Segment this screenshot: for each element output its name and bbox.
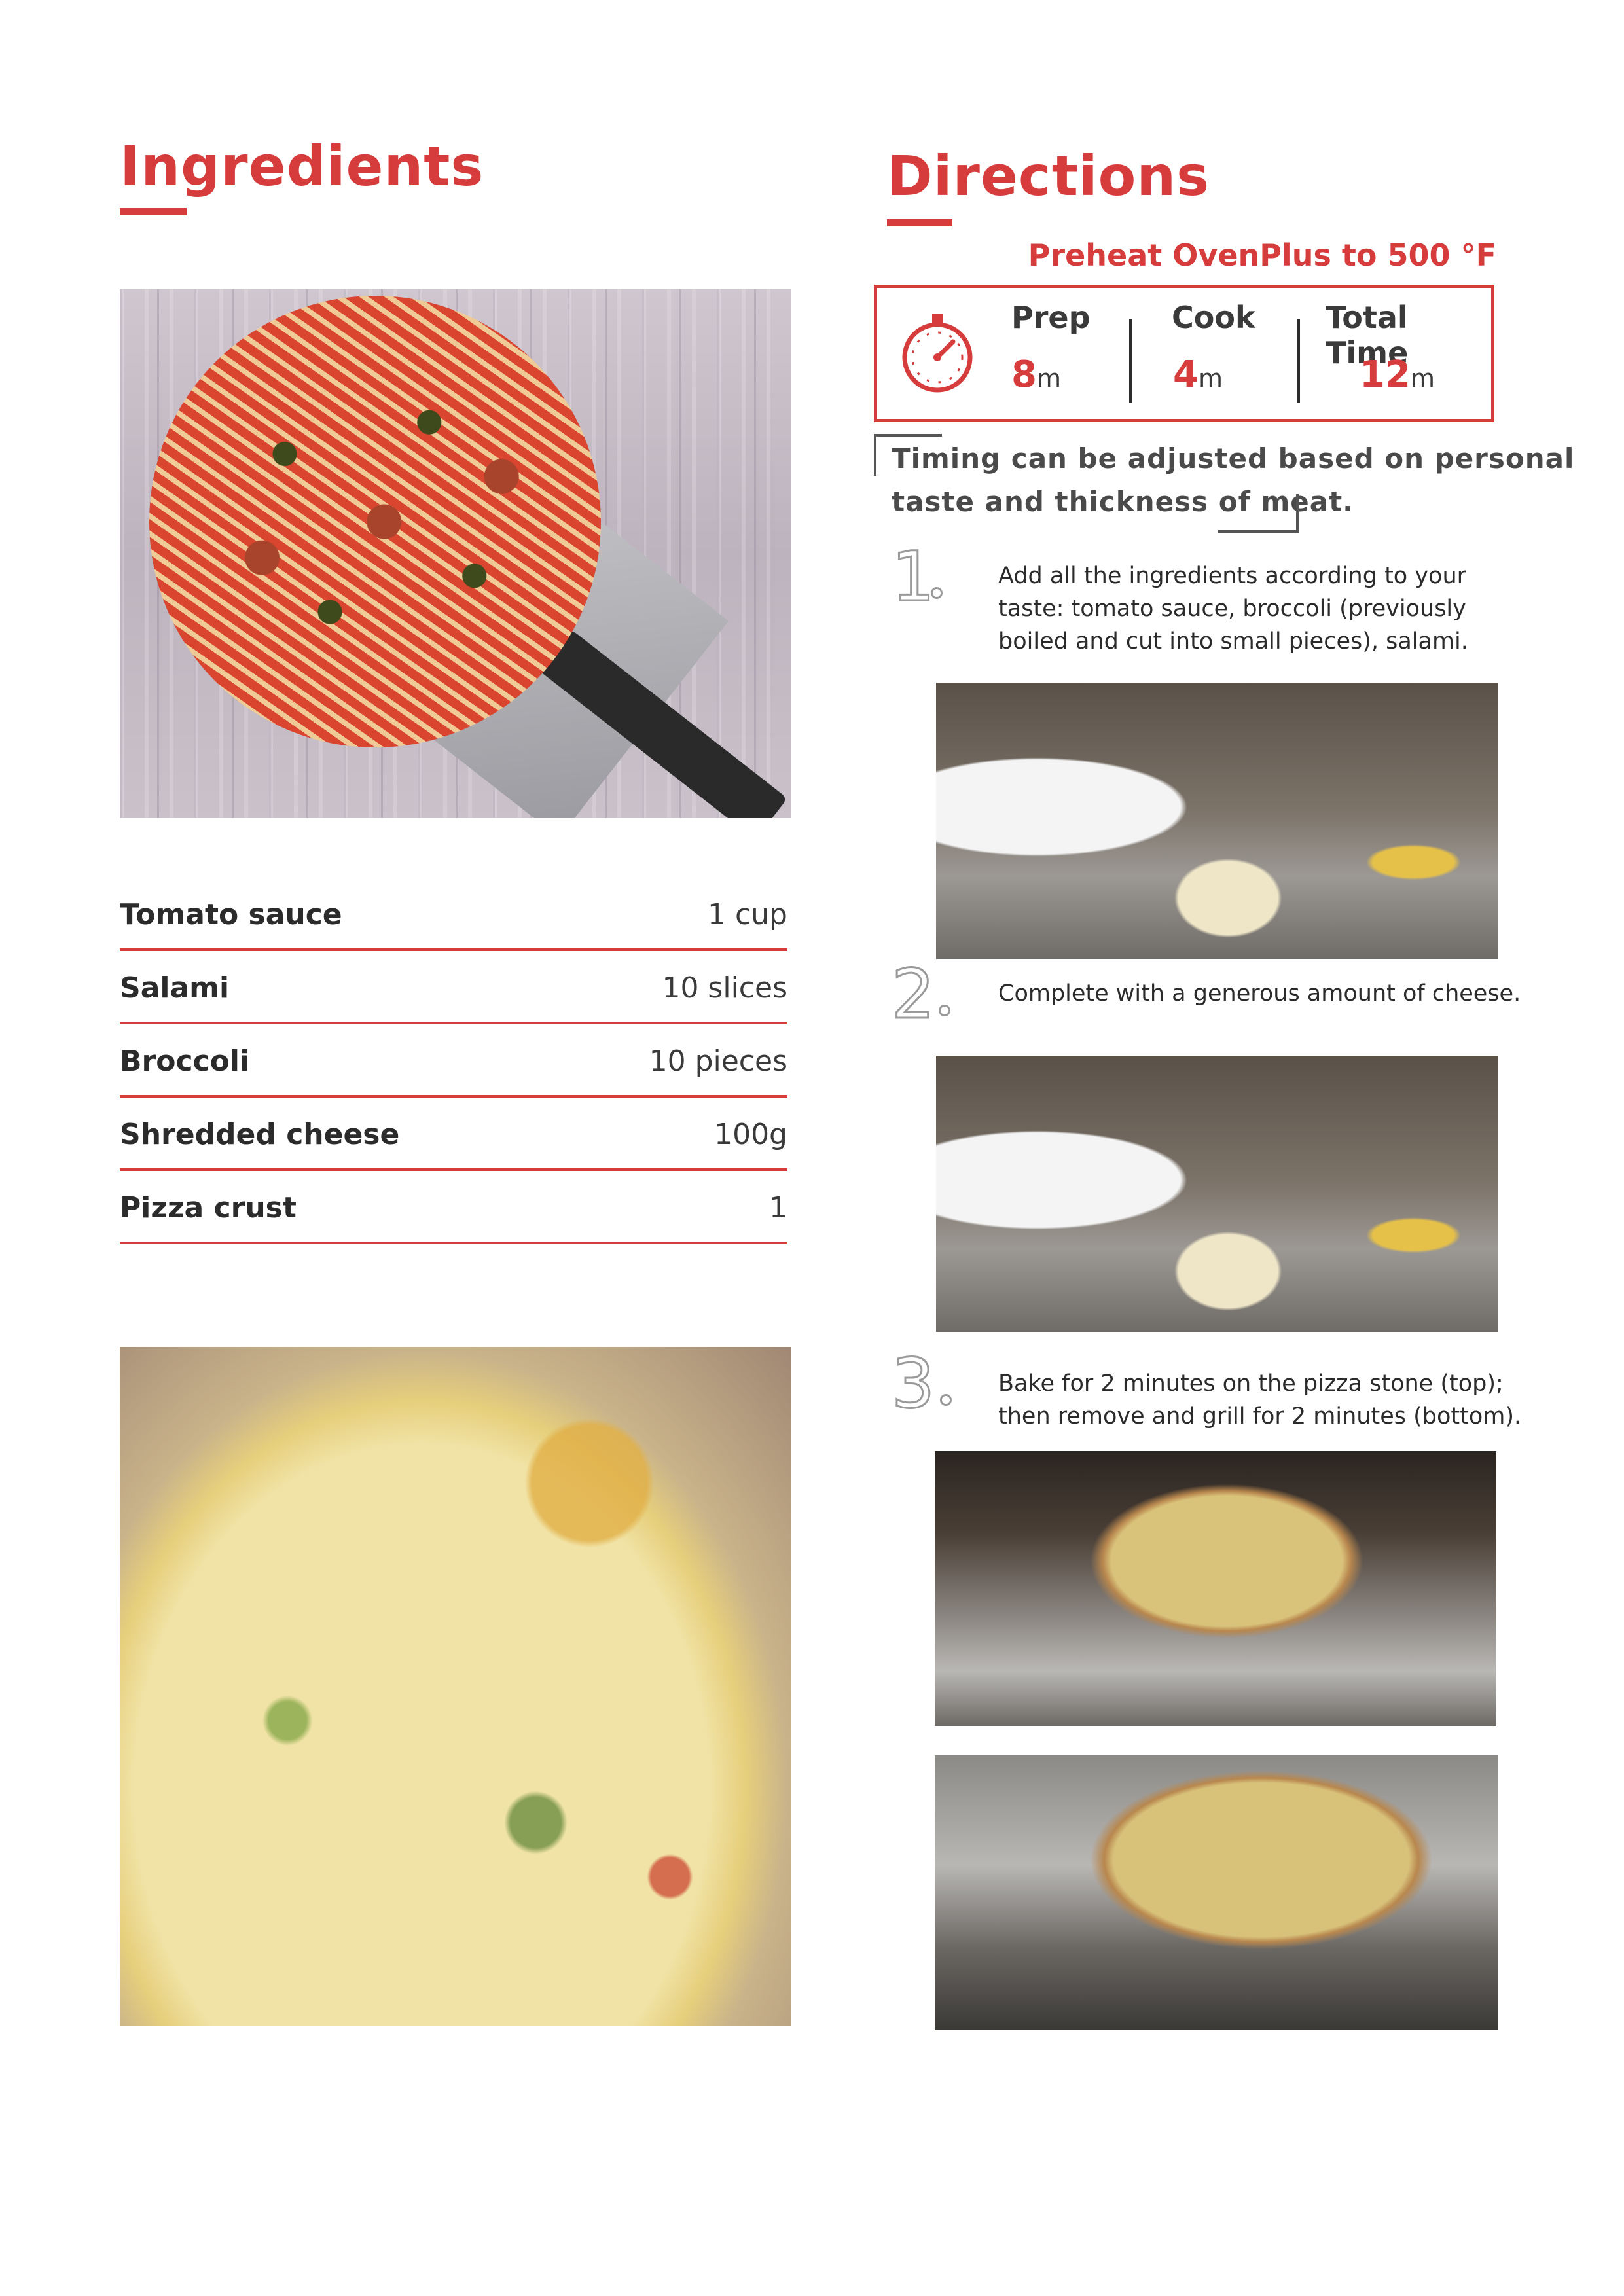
step-3-text: Bake for 2 minutes on the pizza stone (t… [998,1367,1521,1433]
step-line: Add all the ingredients according to you… [998,563,1467,589]
step-1-photo [936,683,1498,959]
step-dot [939,1005,950,1016]
step-1-text: Add all the ingredients according to you… [998,560,1468,658]
total-time: 12m [1360,353,1435,396]
total-value: 12 [1360,353,1411,396]
raw-pizza [149,296,601,747]
ingredient-row: Salami 10 slices [120,951,787,1024]
step-number: 3 [890,1343,935,1425]
prep-label: Prep [1011,300,1091,335]
ingredient-name: Salami [120,971,230,1005]
preheat-instruction: Preheat OvenPlus to 500 °F [1028,238,1496,273]
step-line: boiled and cut into small pieces), salam… [998,628,1468,655]
timing-note-line1: Timing can be adjusted based on personal [892,442,1575,475]
step-dot [931,587,943,599]
directions-title-underline [887,219,952,226]
raw-pizza-photo [120,289,791,818]
step-number: 2 [890,954,935,1035]
stopwatch-icon [897,313,978,394]
total-unit: m [1410,364,1435,393]
step-line: Complete with a generous amount of chees… [998,980,1521,1007]
ingredient-qty: 1 [769,1191,787,1225]
ingredient-row: Pizza crust 1 [120,1171,787,1244]
prep-value: 8 [1011,353,1037,396]
timing-box: Prep 8m Cook 4m Total Time 12m [874,285,1494,422]
step-line: then remove and grill for 2 minutes (bot… [998,1403,1522,1429]
step-2-text: Complete with a generous amount of chees… [998,977,1521,1010]
ingredient-row: Broccoli 10 pieces [120,1024,787,1098]
ingredient-row: Tomato sauce 1 cup [120,878,787,951]
ingredient-name: Shredded cheese [120,1118,400,1151]
ingredients-title: Ingredients [120,134,484,198]
cook-label: Cook [1172,300,1255,335]
ingredient-row: Shredded cheese 100g [120,1098,787,1171]
baked-pizza-photo [120,1347,791,2026]
ingredient-qty: 1 cup [708,898,787,931]
ingredients-title-underline [120,208,187,215]
step-line: Bake for 2 minutes on the pizza stone (t… [998,1371,1504,1397]
ingredient-qty: 10 pieces [649,1045,787,1078]
step-number: 1 [890,536,935,618]
cook-time: 4m [1173,353,1223,396]
ingredient-qty: 10 slices [662,971,787,1005]
row-divider [120,1242,787,1244]
step-line: taste: tomato sauce, broccoli (previousl… [998,596,1466,622]
cook-unit: m [1198,364,1223,393]
directions-title: Directions [887,144,1210,208]
ingredient-qty: 100g [714,1118,787,1151]
prep-time: 8m [1011,353,1061,396]
step-2-photo [936,1056,1498,1332]
time-separator [1297,319,1300,403]
ingredient-name: Broccoli [120,1045,250,1078]
note-bracket-bottom [1218,494,1299,533]
cook-value: 4 [1173,353,1199,396]
ingredient-name: Tomato sauce [120,898,342,931]
step-3-oven-top-photo [935,1451,1496,1726]
time-separator [1129,319,1132,403]
step-3-oven-bottom-photo [935,1755,1498,2030]
ingredient-name: Pizza crust [120,1191,297,1225]
step-dot [940,1394,952,1406]
prep-unit: m [1036,364,1061,393]
